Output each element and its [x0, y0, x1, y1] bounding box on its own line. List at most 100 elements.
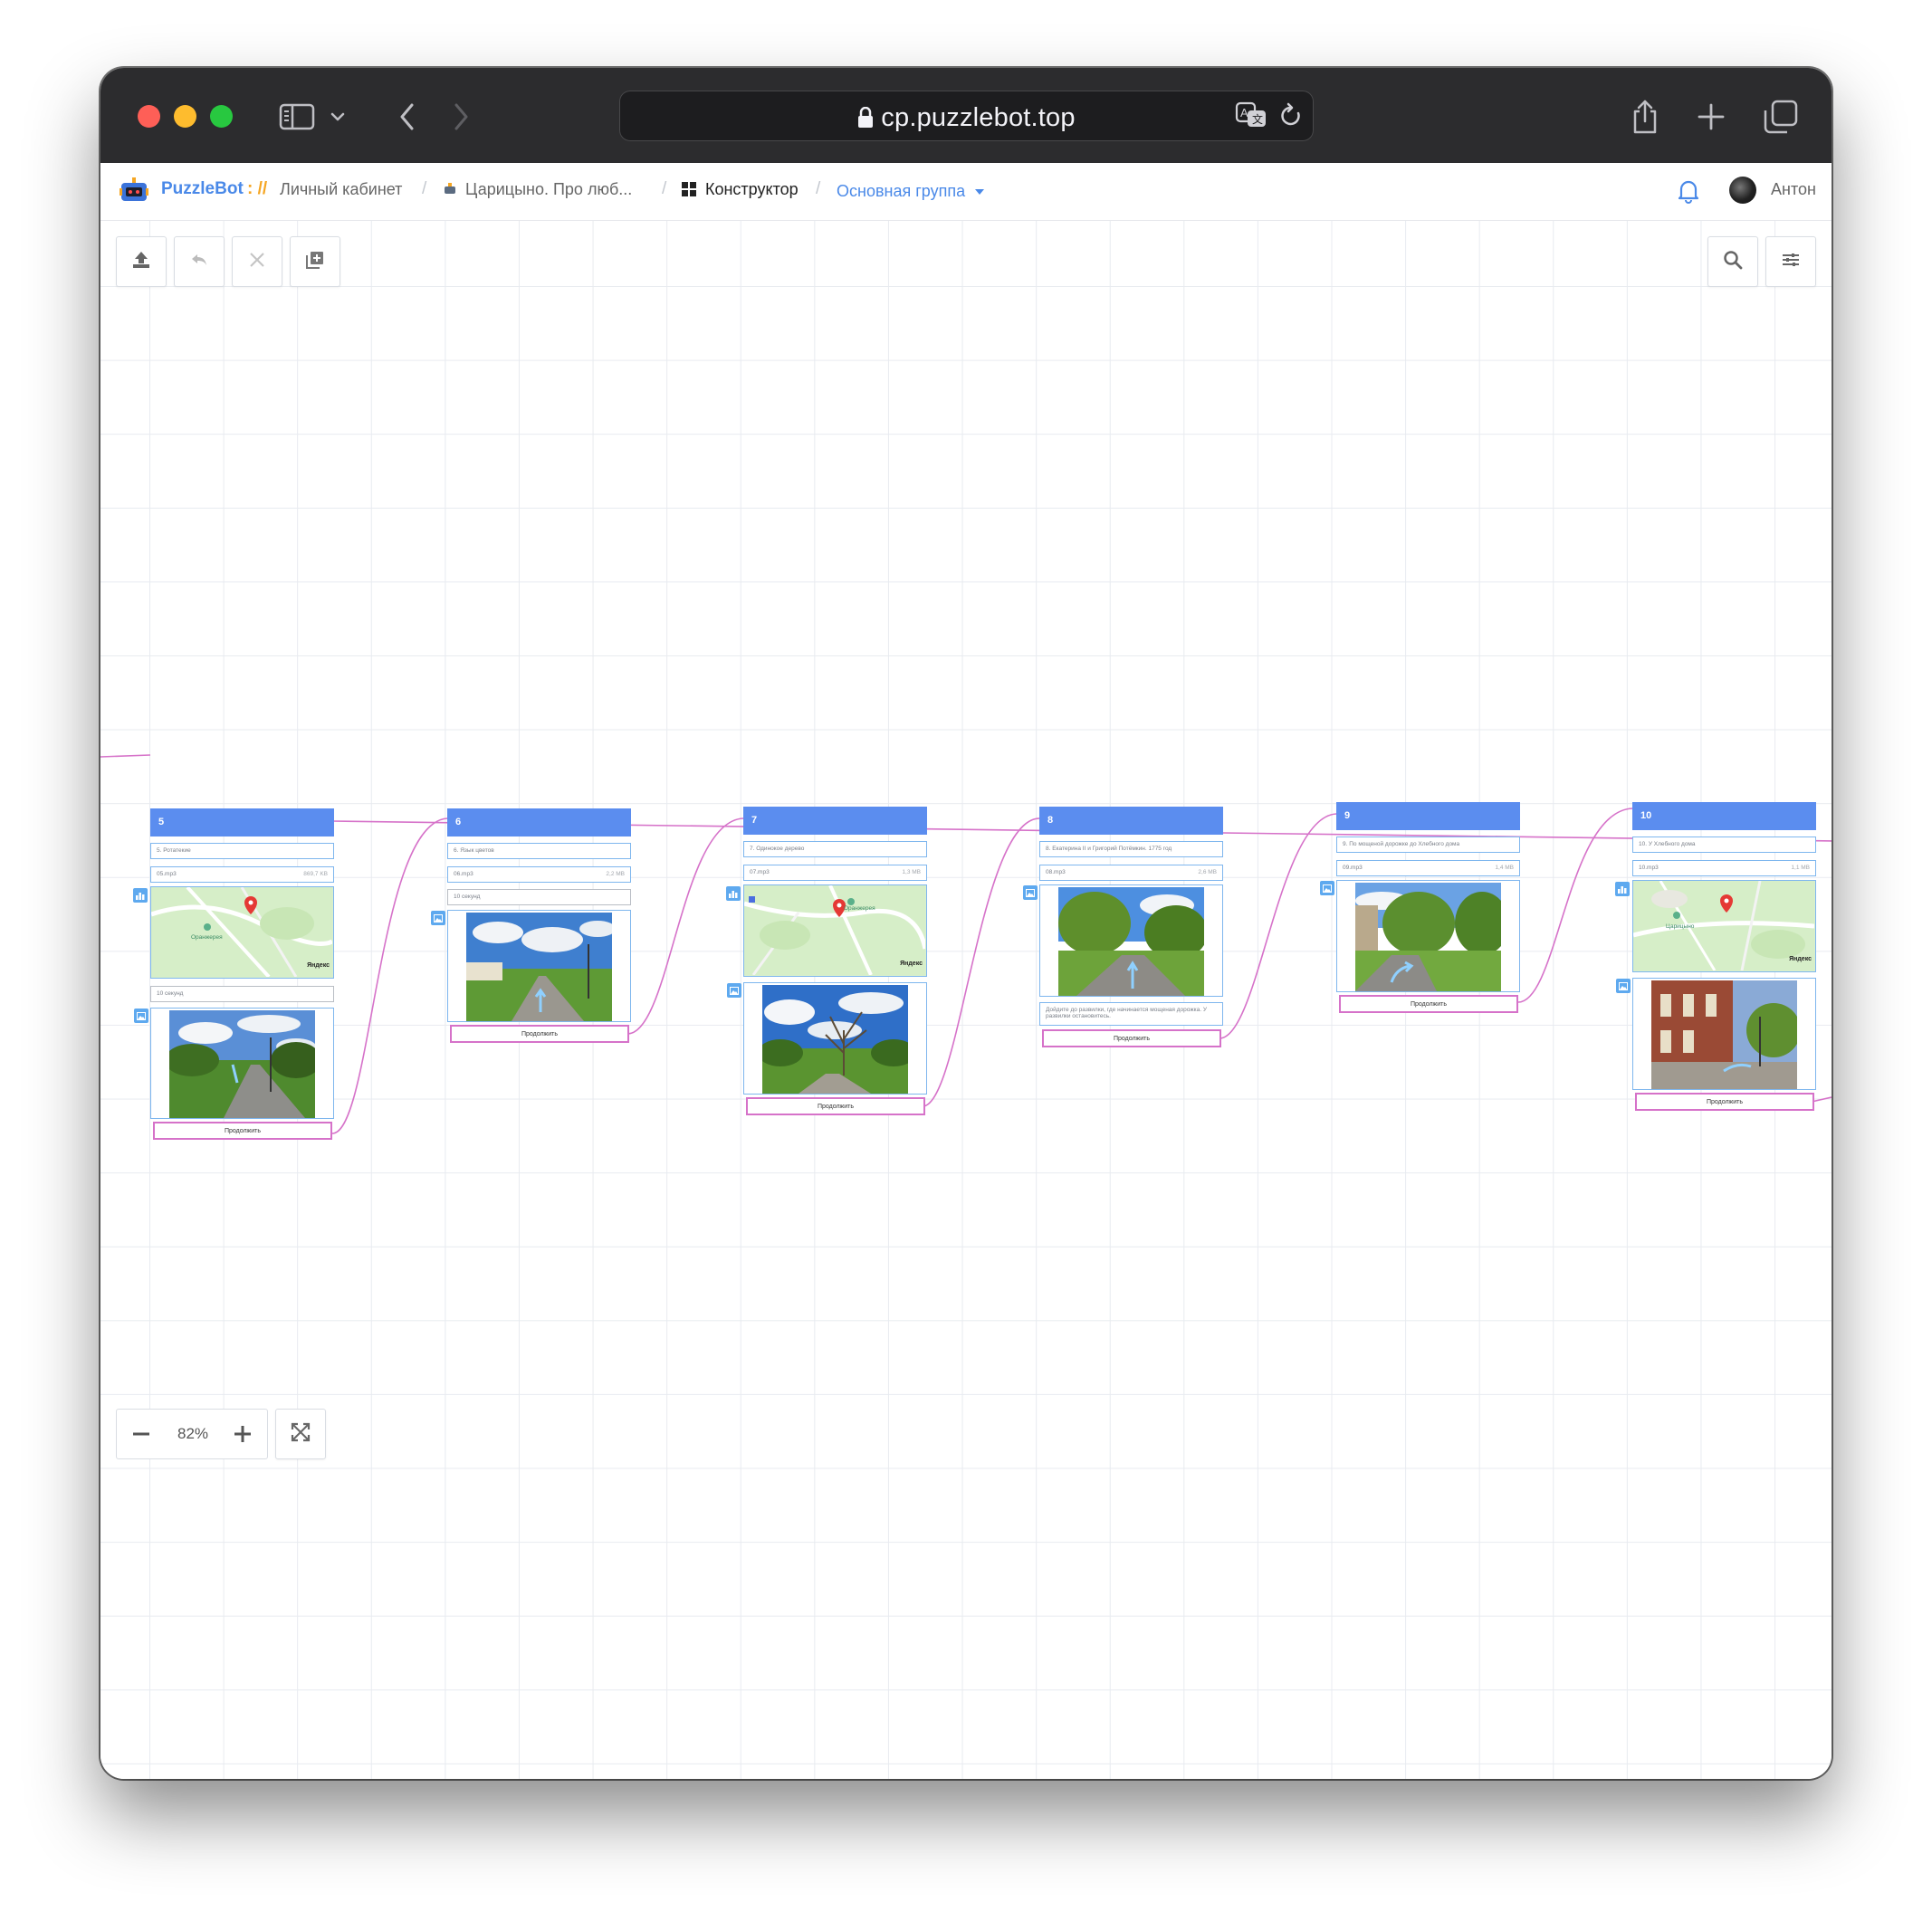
group-dropdown-label: Основная группа [837, 182, 966, 200]
delay-label: 10 секунд [454, 894, 481, 900]
fit-screen-button[interactable] [275, 1409, 326, 1459]
caret-down-icon [975, 180, 985, 199]
image-block[interactable] [134, 1008, 334, 1119]
image-block[interactable] [1023, 884, 1223, 997]
map-label: Оранжерея [844, 905, 875, 912]
image-block[interactable] [1320, 880, 1520, 992]
map-label: Царицыно [1666, 923, 1695, 930]
text-block[interactable]: 7. Одинокое дерево [743, 841, 927, 857]
grid-icon [682, 182, 696, 201]
continue-button[interactable]: Продолжить [1635, 1093, 1814, 1111]
fit-screen-icon [290, 1421, 311, 1448]
node-header[interactable]: 7 [743, 807, 927, 835]
brand-colon: : [247, 179, 253, 198]
audio-block[interactable]: 09.mp3 1,4 MB [1336, 860, 1520, 876]
audio-size: 869,7 KB [303, 871, 328, 877]
back-icon[interactable] [386, 95, 429, 139]
puzzlebot-logo[interactable] [119, 176, 149, 211]
group-dropdown[interactable]: Основная группа [837, 180, 985, 201]
text-block-label: 10. У Хлебного дома [1639, 841, 1696, 847]
audio-size: 1,3 MB [902, 869, 921, 875]
breadcrumb-cabinet[interactable]: Личный кабинет [280, 180, 402, 199]
image-icon [1320, 881, 1334, 895]
text-block-label: 8. Екатерина II и Григорий Потёмкин. 177… [1046, 846, 1172, 852]
image-block[interactable] [431, 910, 631, 1022]
continue-button[interactable]: Продолжить [153, 1122, 332, 1140]
map-block[interactable]: Оранжерея Яндекс [743, 884, 927, 977]
text-block-label: 5. Ротатекие [157, 847, 191, 854]
chart-icon [1615, 882, 1630, 896]
image-icon [431, 911, 445, 925]
audio-block[interactable]: 06.mp3 2,2 MB [447, 866, 631, 883]
node-header[interactable]: 10 [1632, 802, 1816, 830]
text-block[interactable]: 5. Ротатекие [150, 843, 334, 859]
audio-block[interactable]: 05.mp3 869,7 KB [150, 866, 334, 883]
image-block[interactable] [727, 982, 927, 1095]
bell-icon[interactable] [1678, 178, 1699, 208]
continue-button[interactable]: Продолжить [1339, 995, 1518, 1013]
audio-block[interactable]: 07.mp3 1,3 MB [743, 865, 927, 881]
forward-icon[interactable] [439, 95, 483, 139]
lock-icon [857, 106, 874, 136]
map-brand: Яндекс [1789, 956, 1812, 962]
zoom-level: 82% [177, 1425, 209, 1442]
tabs-icon[interactable] [1759, 95, 1803, 139]
audio-block[interactable]: 08.mp3 2,6 MB [1039, 865, 1223, 881]
image-icon [1616, 979, 1631, 993]
continue-button[interactable]: Продолжить [450, 1025, 629, 1043]
brand-name[interactable]: PuzzleBot [161, 179, 244, 199]
maximize-window-button[interactable] [210, 105, 233, 128]
chart-icon [726, 886, 741, 901]
image-icon [727, 983, 741, 998]
continue-button[interactable]: Продолжить [746, 1097, 925, 1115]
audio-size: 1,4 MB [1495, 865, 1514, 871]
audio-size: 2,2 MB [606, 871, 625, 877]
audio-file: 07.mp3 [750, 869, 770, 875]
text-block-label: 9. По мощеной дорожке до Хлебного дома [1343, 841, 1460, 847]
zoom-in-icon[interactable] [231, 1422, 254, 1450]
map-block[interactable]: Оранжерея Яндекс [150, 886, 334, 979]
text-block[interactable]: Дойдите до развилки, где начинается моще… [1039, 1002, 1223, 1026]
audio-file: 10.mp3 [1639, 865, 1659, 871]
share-icon[interactable] [1623, 95, 1667, 139]
close-window-button[interactable] [138, 105, 160, 128]
map-block[interactable]: Царицыно Яндекс [1632, 880, 1816, 972]
zoom-out-icon[interactable] [129, 1422, 153, 1450]
address-bar[interactable]: cp.puzzlebot.top A文 [619, 91, 1314, 141]
breadcrumb-project[interactable]: Царицыно. Про люб... [465, 180, 632, 199]
sidebar-icon[interactable] [275, 95, 319, 139]
chart-icon [133, 888, 148, 903]
url-row: cp.puzzlebot.top [619, 103, 1314, 136]
map-brand: Яндекс [307, 962, 330, 969]
text-block[interactable]: 8. Екатерина II и Григорий Потёмкин. 177… [1039, 841, 1223, 857]
text-block[interactable]: 9. По мощеной дорожке до Хлебного дома [1336, 836, 1520, 853]
translate-icon[interactable]: A文 [1235, 101, 1269, 135]
audio-block[interactable]: 10.mp3 1,1 MB [1632, 860, 1816, 876]
chevron-down-icon[interactable] [324, 95, 351, 139]
svg-text:A: A [1240, 106, 1248, 120]
plus-icon[interactable] [1689, 95, 1733, 139]
continue-button[interactable]: Продолжить [1042, 1029, 1221, 1047]
node-header[interactable]: 9 [1336, 802, 1520, 830]
text-block[interactable]: 6. Язык цветов [447, 843, 631, 859]
audio-file: 08.mp3 [1046, 869, 1066, 875]
node-header[interactable]: 6 [447, 808, 631, 836]
reload-icon[interactable] [1278, 102, 1304, 134]
audio-size: 2,6 MB [1198, 869, 1217, 875]
node-header[interactable]: 5 [150, 808, 334, 836]
image-block[interactable] [1616, 978, 1816, 1090]
breadcrumb-constructor[interactable]: Конструктор [705, 180, 799, 199]
breadcrumb-separator: / [662, 179, 667, 198]
audio-file: 06.mp3 [454, 871, 473, 877]
delay-block[interactable]: 10 секунд [150, 986, 334, 1002]
text-block-label: 6. Язык цветов [454, 847, 494, 854]
node-header[interactable]: 8 [1039, 807, 1223, 835]
text-block[interactable]: 10. У Хлебного дома [1632, 836, 1816, 853]
minimize-window-button[interactable] [174, 105, 196, 128]
delay-block[interactable]: 10 секунд [447, 889, 631, 905]
avatar[interactable] [1729, 177, 1756, 204]
user-name[interactable]: Антон [1771, 180, 1816, 199]
audio-file: 05.mp3 [157, 871, 177, 877]
app-header: PuzzleBot : // Личный кабинет / Царицыно… [100, 163, 1832, 221]
constructor-canvas[interactable]: 5 5. Ротатекие 05.mp3 869,7 KB Оранжерея… [100, 221, 1832, 1779]
